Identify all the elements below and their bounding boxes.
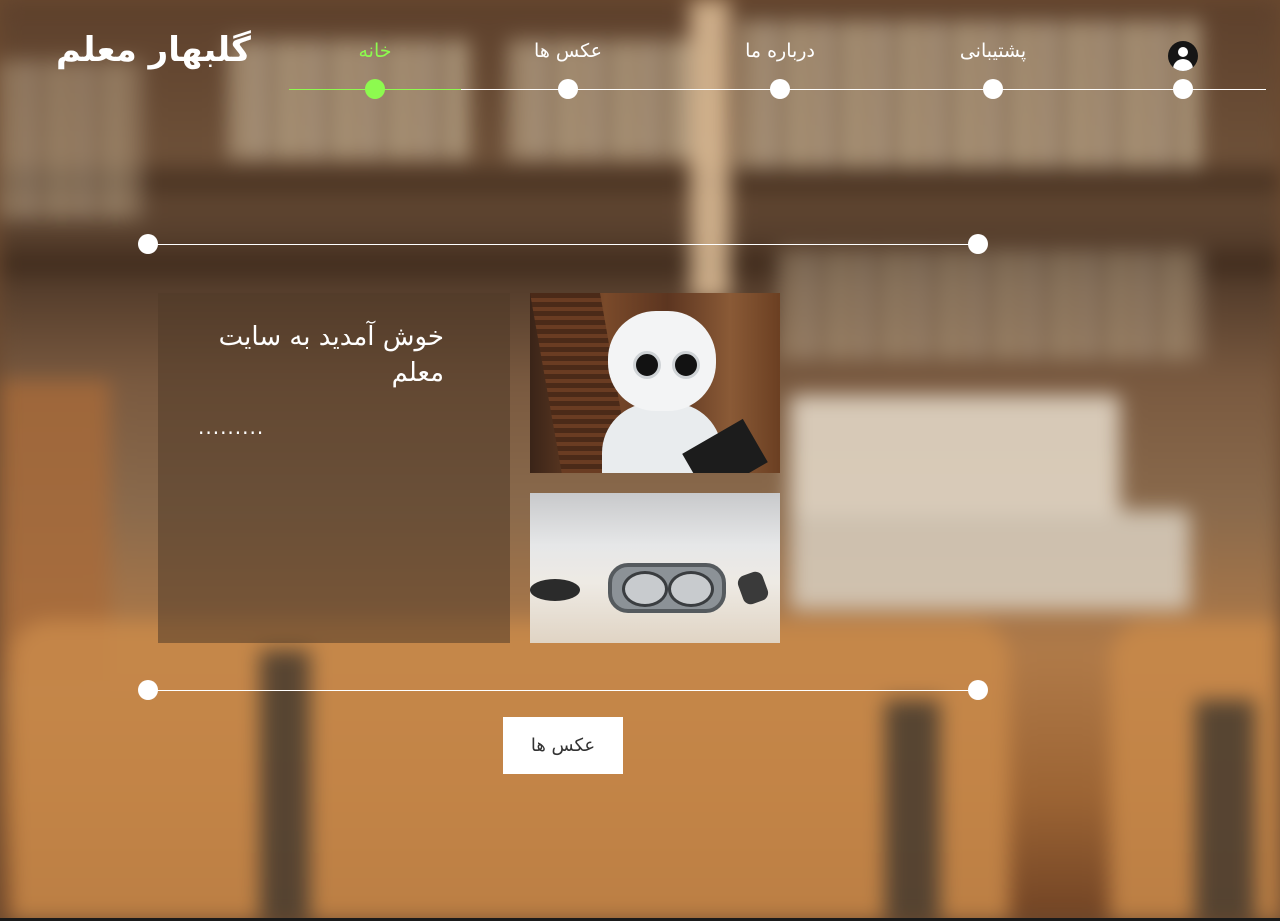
top-divider-dot-right [968,234,988,254]
site-header: گلبهار معلم خانه عکس ها درباره ما پشتیبا… [0,0,1280,110]
top-divider-dot-left [138,234,158,254]
bottom-divider-dot-right [968,680,988,700]
top-divider [148,244,978,245]
photos-button[interactable]: عکس ها [503,717,623,774]
nav-dot-user[interactable] [1173,79,1193,99]
robot-photo [530,293,780,473]
nav-item-support[interactable]: پشتیبانی [960,40,1026,62]
nav-item-home[interactable]: خانه [358,40,391,62]
user-circle-icon[interactable] [1168,41,1198,71]
nav-item-photos[interactable]: عکس ها [534,40,602,62]
welcome-title: خوش آمدید به سایت معلم [218,322,444,388]
nav-dot-home[interactable] [365,79,385,99]
nav-dot-about[interactable] [770,79,790,99]
ar-glasses-photo [530,493,780,643]
bottom-divider-dot-left [138,680,158,700]
nav-dot-photos[interactable] [558,79,578,99]
nav-dot-support[interactable] [983,79,1003,99]
welcome-text: ......... [198,415,265,439]
site-logo[interactable]: گلبهار معلم [56,30,251,70]
welcome-card: خوش آمدید به سایت معلم ......... [158,293,510,643]
bottom-divider [148,690,978,691]
nav-item-about[interactable]: درباره ما [745,40,815,62]
